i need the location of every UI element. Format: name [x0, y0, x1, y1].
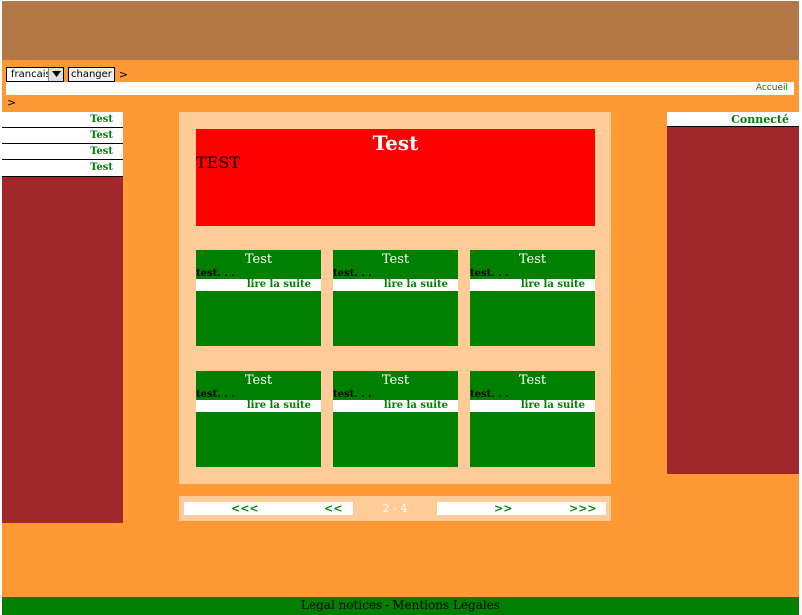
- read-more-link[interactable]: lire la suite: [196, 400, 321, 412]
- left-sidebar: Test Test Test Test: [2, 112, 123, 523]
- article-card-excerpt: test. . .: [333, 268, 372, 279]
- article-card-title[interactable]: Test: [196, 372, 321, 389]
- footer-separator: -: [385, 598, 390, 612]
- sidebar-item[interactable]: Test: [2, 144, 123, 160]
- read-more-link[interactable]: lire la suite: [470, 279, 595, 291]
- sidebar-item[interactable]: Test: [2, 112, 123, 128]
- footer: Legal notices - Mentions Légales: [2, 597, 799, 615]
- change-language-button[interactable]: changer: [68, 66, 115, 82]
- article-card-excerpt: test. . .: [196, 268, 235, 279]
- breadcrumb: >: [7, 96, 17, 109]
- article-card-title[interactable]: Test: [470, 372, 595, 389]
- read-more-link[interactable]: lire la suite: [333, 279, 458, 291]
- header-banner: [2, 1, 799, 60]
- legal-notices-link[interactable]: Legal notices: [301, 598, 382, 612]
- featured-article-body: TEST: [196, 153, 240, 172]
- article-card: Test test. . . lire la suite: [470, 250, 595, 346]
- read-more-link[interactable]: lire la suite: [470, 400, 595, 412]
- chevron-down-icon[interactable]: [48, 67, 63, 81]
- article-card: Test test. . . lire la suite: [333, 371, 458, 467]
- article-card-title[interactable]: Test: [333, 372, 458, 389]
- article-card-excerpt: test. . .: [196, 389, 235, 400]
- featured-article-title[interactable]: Test: [196, 130, 595, 156]
- mentions-legales-link[interactable]: Mentions Légales: [392, 598, 500, 612]
- featured-article: Test TEST: [196, 129, 595, 226]
- article-card-title[interactable]: Test: [196, 251, 321, 268]
- pagination-first-link[interactable]: <<<: [231, 502, 259, 515]
- sidebar-item[interactable]: Test: [2, 160, 123, 177]
- pagination: <<< << 2 - 4 >> >>>: [179, 496, 611, 521]
- article-card: Test test. . . lire la suite: [470, 371, 595, 467]
- main-content: Test TEST Test test. . . lire la suite T…: [179, 112, 611, 484]
- language-select[interactable]: francais: [6, 66, 64, 82]
- article-card-excerpt: test. . .: [470, 268, 509, 279]
- article-card: Test test. . . lire la suite: [196, 250, 321, 346]
- article-card-excerpt: test. . .: [470, 389, 509, 400]
- sidebar-item[interactable]: Test: [2, 128, 123, 144]
- language-bar: francais changer >: [6, 65, 128, 83]
- top-nav-bar: Accueil: [6, 82, 794, 95]
- home-link[interactable]: Accueil: [756, 83, 788, 93]
- article-card: Test test. . . lire la suite: [333, 250, 458, 346]
- pagination-last-link[interactable]: >>>: [569, 502, 597, 515]
- page: francais changer > Accueil > Test Test T…: [2, 1, 799, 615]
- pagination-next-link[interactable]: >>: [494, 502, 512, 515]
- language-bar-chevron: >: [118, 67, 129, 81]
- right-sidebar: Connecté: [667, 112, 799, 474]
- connection-status[interactable]: Connecté: [667, 112, 799, 127]
- pagination-prev-link[interactable]: <<: [324, 502, 342, 515]
- article-card: Test test. . . lire la suite: [196, 371, 321, 467]
- language-select-value: francais: [11, 68, 51, 80]
- article-card-title[interactable]: Test: [470, 251, 595, 268]
- article-card-title[interactable]: Test: [333, 251, 458, 268]
- read-more-link[interactable]: lire la suite: [196, 279, 321, 291]
- article-card-excerpt: test. . .: [333, 389, 372, 400]
- read-more-link[interactable]: lire la suite: [333, 400, 458, 412]
